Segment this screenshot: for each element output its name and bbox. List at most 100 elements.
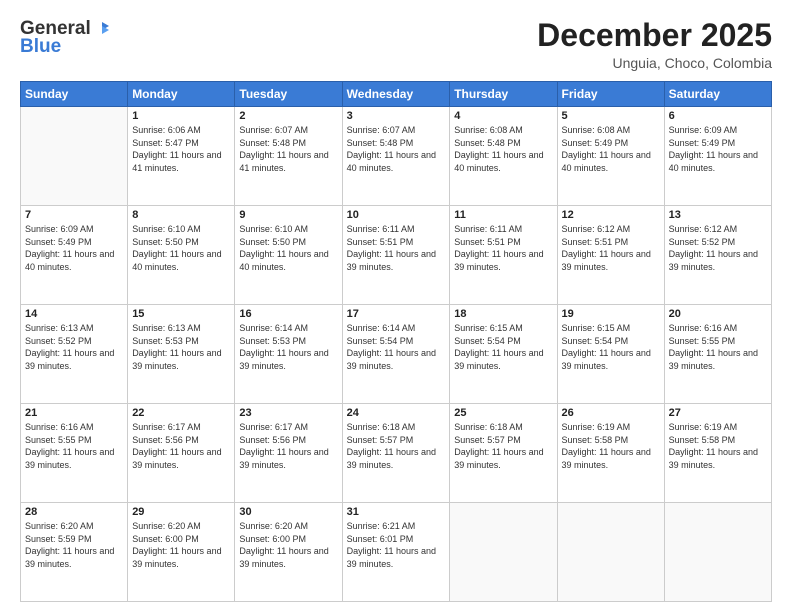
day-number: 19: [562, 308, 660, 320]
sunset-text: Sunset: 5:58 PM: [562, 435, 629, 445]
col-thursday: Thursday: [450, 82, 557, 107]
day-detail: Sunrise: 6:11 AM Sunset: 5:51 PM Dayligh…: [347, 223, 446, 273]
day-detail: Sunrise: 6:17 AM Sunset: 5:56 PM Dayligh…: [132, 421, 230, 471]
table-row: 27 Sunrise: 6:19 AM Sunset: 5:58 PM Dayl…: [664, 404, 771, 503]
col-saturday: Saturday: [664, 82, 771, 107]
daylight-text: Daylight: 11 hours and 39 minutes.: [25, 546, 114, 569]
table-row: 6 Sunrise: 6:09 AM Sunset: 5:49 PM Dayli…: [664, 107, 771, 206]
month-title: December 2025: [537, 18, 772, 53]
col-friday: Friday: [557, 82, 664, 107]
sunrise-text: Sunrise: 6:16 AM: [669, 323, 738, 333]
logo: General Blue: [20, 18, 111, 58]
col-wednesday: Wednesday: [342, 82, 450, 107]
table-row: 16 Sunrise: 6:14 AM Sunset: 5:53 PM Dayl…: [235, 305, 342, 404]
sunset-text: Sunset: 5:52 PM: [25, 336, 92, 346]
daylight-text: Daylight: 11 hours and 39 minutes.: [669, 348, 758, 371]
calendar-week-row: 1 Sunrise: 6:06 AM Sunset: 5:47 PM Dayli…: [21, 107, 772, 206]
sunrise-text: Sunrise: 6:15 AM: [454, 323, 523, 333]
day-number: 8: [132, 209, 230, 221]
day-detail: Sunrise: 6:19 AM Sunset: 5:58 PM Dayligh…: [669, 421, 767, 471]
sunset-text: Sunset: 6:00 PM: [132, 534, 199, 544]
table-row: 17 Sunrise: 6:14 AM Sunset: 5:54 PM Dayl…: [342, 305, 450, 404]
calendar-week-row: 7 Sunrise: 6:09 AM Sunset: 5:49 PM Dayli…: [21, 206, 772, 305]
table-row: 14 Sunrise: 6:13 AM Sunset: 5:52 PM Dayl…: [21, 305, 128, 404]
day-number: 29: [132, 506, 230, 518]
daylight-text: Daylight: 11 hours and 39 minutes.: [347, 546, 436, 569]
logo-flag-icon: [93, 20, 111, 38]
col-monday: Monday: [128, 82, 235, 107]
table-row: [664, 503, 771, 602]
table-row: 18 Sunrise: 6:15 AM Sunset: 5:54 PM Dayl…: [450, 305, 557, 404]
day-detail: Sunrise: 6:20 AM Sunset: 5:59 PM Dayligh…: [25, 520, 123, 570]
title-block: December 2025 Unguia, Choco, Colombia: [537, 18, 772, 71]
daylight-text: Daylight: 11 hours and 39 minutes.: [347, 447, 436, 470]
sunrise-text: Sunrise: 6:12 AM: [669, 224, 738, 234]
daylight-text: Daylight: 11 hours and 40 minutes.: [25, 249, 114, 272]
sunrise-text: Sunrise: 6:17 AM: [239, 422, 308, 432]
daylight-text: Daylight: 11 hours and 40 minutes.: [669, 150, 758, 173]
daylight-text: Daylight: 11 hours and 39 minutes.: [25, 447, 114, 470]
table-row: 13 Sunrise: 6:12 AM Sunset: 5:52 PM Dayl…: [664, 206, 771, 305]
daylight-text: Daylight: 11 hours and 39 minutes.: [132, 348, 221, 371]
sunrise-text: Sunrise: 6:20 AM: [132, 521, 201, 531]
day-detail: Sunrise: 6:19 AM Sunset: 5:58 PM Dayligh…: [562, 421, 660, 471]
sunrise-text: Sunrise: 6:08 AM: [454, 125, 523, 135]
table-row: 2 Sunrise: 6:07 AM Sunset: 5:48 PM Dayli…: [235, 107, 342, 206]
sunset-text: Sunset: 5:54 PM: [454, 336, 521, 346]
sunrise-text: Sunrise: 6:17 AM: [132, 422, 201, 432]
sunset-text: Sunset: 5:47 PM: [132, 138, 199, 148]
sunset-text: Sunset: 5:55 PM: [25, 435, 92, 445]
table-row: 15 Sunrise: 6:13 AM Sunset: 5:53 PM Dayl…: [128, 305, 235, 404]
sunrise-text: Sunrise: 6:10 AM: [132, 224, 201, 234]
daylight-text: Daylight: 11 hours and 40 minutes.: [239, 249, 328, 272]
daylight-text: Daylight: 11 hours and 39 minutes.: [239, 348, 328, 371]
day-detail: Sunrise: 6:14 AM Sunset: 5:53 PM Dayligh…: [239, 322, 337, 372]
day-detail: Sunrise: 6:12 AM Sunset: 5:51 PM Dayligh…: [562, 223, 660, 273]
day-detail: Sunrise: 6:14 AM Sunset: 5:54 PM Dayligh…: [347, 322, 446, 372]
day-number: 27: [669, 407, 767, 419]
sunrise-text: Sunrise: 6:06 AM: [132, 125, 201, 135]
logo-blue-text: Blue: [20, 36, 61, 58]
table-row: 9 Sunrise: 6:10 AM Sunset: 5:50 PM Dayli…: [235, 206, 342, 305]
daylight-text: Daylight: 11 hours and 39 minutes.: [669, 447, 758, 470]
day-number: 3: [347, 110, 446, 122]
sunset-text: Sunset: 5:57 PM: [347, 435, 414, 445]
day-detail: Sunrise: 6:12 AM Sunset: 5:52 PM Dayligh…: [669, 223, 767, 273]
daylight-text: Daylight: 11 hours and 39 minutes.: [454, 348, 543, 371]
sunset-text: Sunset: 5:49 PM: [669, 138, 736, 148]
day-detail: Sunrise: 6:18 AM Sunset: 5:57 PM Dayligh…: [347, 421, 446, 471]
sunset-text: Sunset: 5:49 PM: [562, 138, 629, 148]
calendar-week-row: 28 Sunrise: 6:20 AM Sunset: 5:59 PM Dayl…: [21, 503, 772, 602]
table-row: 12 Sunrise: 6:12 AM Sunset: 5:51 PM Dayl…: [557, 206, 664, 305]
sunset-text: Sunset: 5:48 PM: [239, 138, 306, 148]
sunrise-text: Sunrise: 6:09 AM: [669, 125, 738, 135]
daylight-text: Daylight: 11 hours and 39 minutes.: [454, 447, 543, 470]
day-detail: Sunrise: 6:09 AM Sunset: 5:49 PM Dayligh…: [669, 124, 767, 174]
day-number: 10: [347, 209, 446, 221]
table-row: 4 Sunrise: 6:08 AM Sunset: 5:48 PM Dayli…: [450, 107, 557, 206]
day-number: 17: [347, 308, 446, 320]
sunrise-text: Sunrise: 6:21 AM: [347, 521, 416, 531]
day-detail: Sunrise: 6:09 AM Sunset: 5:49 PM Dayligh…: [25, 223, 123, 273]
day-detail: Sunrise: 6:11 AM Sunset: 5:51 PM Dayligh…: [454, 223, 552, 273]
sunset-text: Sunset: 5:59 PM: [25, 534, 92, 544]
day-detail: Sunrise: 6:13 AM Sunset: 5:53 PM Dayligh…: [132, 322, 230, 372]
daylight-text: Daylight: 11 hours and 39 minutes.: [239, 546, 328, 569]
sunset-text: Sunset: 5:51 PM: [454, 237, 521, 247]
daylight-text: Daylight: 11 hours and 40 minutes.: [562, 150, 651, 173]
header: General Blue December 2025 Unguia, Choco…: [20, 18, 772, 71]
day-number: 14: [25, 308, 123, 320]
sunrise-text: Sunrise: 6:16 AM: [25, 422, 94, 432]
sunset-text: Sunset: 5:55 PM: [669, 336, 736, 346]
table-row: [21, 107, 128, 206]
sunrise-text: Sunrise: 6:18 AM: [347, 422, 416, 432]
day-detail: Sunrise: 6:15 AM Sunset: 5:54 PM Dayligh…: [562, 322, 660, 372]
day-number: 13: [669, 209, 767, 221]
daylight-text: Daylight: 11 hours and 39 minutes.: [347, 348, 436, 371]
calendar-week-row: 21 Sunrise: 6:16 AM Sunset: 5:55 PM Dayl…: [21, 404, 772, 503]
day-detail: Sunrise: 6:21 AM Sunset: 6:01 PM Dayligh…: [347, 520, 446, 570]
table-row: [557, 503, 664, 602]
daylight-text: Daylight: 11 hours and 41 minutes.: [132, 150, 221, 173]
table-row: 7 Sunrise: 6:09 AM Sunset: 5:49 PM Dayli…: [21, 206, 128, 305]
day-detail: Sunrise: 6:17 AM Sunset: 5:56 PM Dayligh…: [239, 421, 337, 471]
